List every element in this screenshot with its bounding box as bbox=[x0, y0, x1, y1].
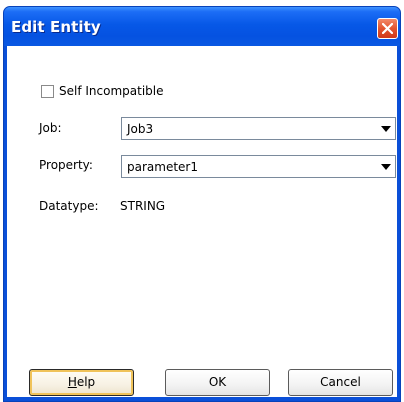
job-dropdown-value: Job3 bbox=[127, 122, 154, 136]
cancel-button[interactable]: Cancel bbox=[288, 369, 393, 396]
job-dropdown[interactable]: Job3 bbox=[121, 117, 396, 140]
property-label: Property: bbox=[39, 158, 93, 172]
ok-button[interactable]: OK bbox=[165, 369, 270, 396]
help-button[interactable]: Help bbox=[29, 369, 134, 396]
close-x-icon bbox=[382, 23, 393, 34]
datatype-value: STRING bbox=[120, 199, 166, 213]
dropdown-arrow-icon bbox=[381, 164, 391, 170]
dialog-title: Edit Entity bbox=[11, 18, 101, 36]
close-button[interactable] bbox=[377, 18, 398, 39]
property-dropdown-value: parameter1 bbox=[127, 160, 198, 174]
self-incompatible-label: Self Incompatible bbox=[59, 84, 164, 98]
datatype-label: Datatype: bbox=[39, 199, 99, 213]
job-label: Job: bbox=[39, 121, 62, 135]
dialog-content: Self Incompatible Job: Job3 Property: pa… bbox=[7, 46, 397, 397]
edit-entity-dialog: Edit Entity Self Incompatible Job: Job3 … bbox=[3, 6, 401, 402]
help-label-rest: elp bbox=[76, 375, 96, 389]
self-incompatible-checkbox[interactable] bbox=[41, 85, 54, 98]
title-bar[interactable]: Edit Entity bbox=[4, 7, 400, 46]
property-dropdown[interactable]: parameter1 bbox=[121, 155, 396, 178]
help-mnemonic: H bbox=[67, 375, 77, 389]
dropdown-arrow-icon bbox=[381, 126, 391, 132]
